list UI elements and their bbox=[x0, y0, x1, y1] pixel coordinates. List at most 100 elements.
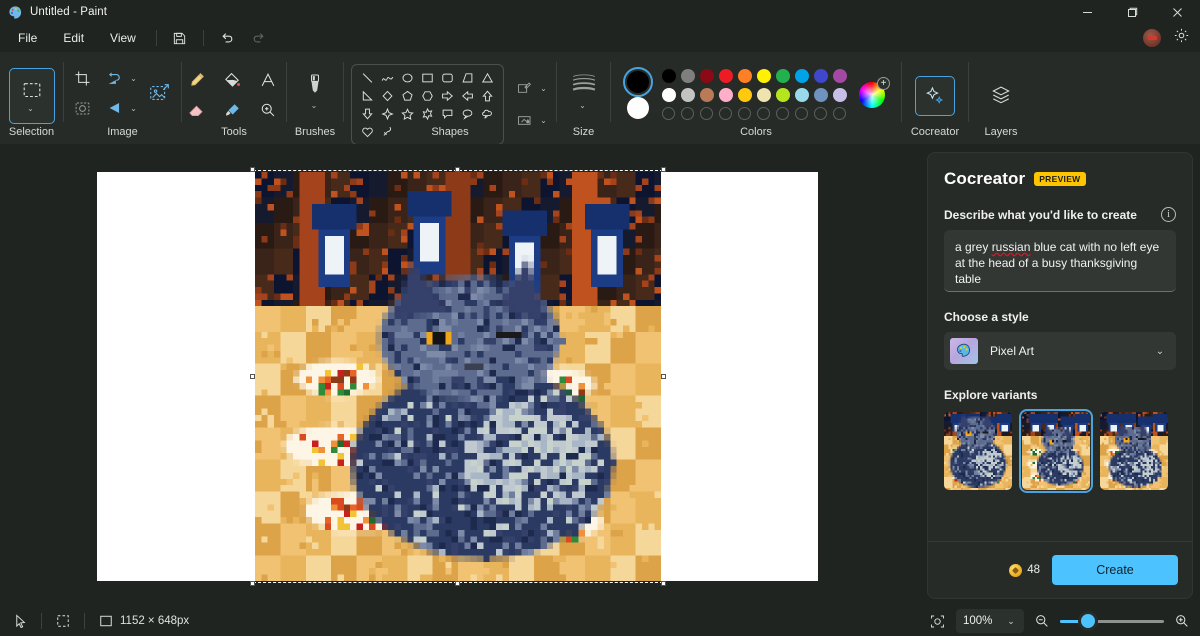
selection-handle-ne[interactable] bbox=[661, 167, 666, 172]
shape-down-arrow[interactable] bbox=[360, 107, 375, 121]
zoom-slider[interactable] bbox=[1060, 611, 1164, 631]
color-swatch[interactable] bbox=[794, 87, 809, 102]
create-button[interactable]: Create bbox=[1052, 555, 1178, 585]
canvas-selection[interactable] bbox=[250, 167, 666, 586]
selection-handle-se[interactable] bbox=[661, 581, 666, 586]
canvas-area[interactable] bbox=[0, 144, 921, 606]
menu-file[interactable]: File bbox=[6, 26, 49, 50]
chevron-down-icon[interactable]: ⌄ bbox=[128, 74, 140, 83]
color-swatch[interactable] bbox=[699, 87, 714, 102]
shape-oval-callout[interactable] bbox=[460, 107, 475, 121]
flip-icon[interactable] bbox=[100, 94, 130, 122]
color-swatch-empty[interactable] bbox=[662, 107, 675, 120]
close-icon[interactable] bbox=[1155, 0, 1200, 24]
color-swatch[interactable] bbox=[699, 68, 714, 83]
shape-hexagon[interactable] bbox=[420, 89, 435, 103]
color-swatch[interactable] bbox=[737, 68, 752, 83]
color-swatch[interactable] bbox=[661, 68, 676, 83]
color-swatch[interactable] bbox=[680, 87, 695, 102]
minimize-icon[interactable] bbox=[1065, 0, 1110, 24]
color-swatch-empty[interactable] bbox=[757, 107, 770, 120]
color-swatch-empty[interactable] bbox=[738, 107, 751, 120]
redo-icon[interactable] bbox=[244, 26, 274, 50]
info-icon[interactable]: i bbox=[1161, 207, 1176, 222]
crop-icon[interactable] bbox=[68, 64, 98, 92]
color-swatch[interactable] bbox=[832, 87, 847, 102]
shape-curve[interactable] bbox=[380, 71, 395, 85]
shape-right-triangle[interactable] bbox=[460, 71, 475, 85]
shape-rectangle[interactable] bbox=[420, 71, 435, 85]
rotate-icon[interactable] bbox=[100, 64, 130, 92]
prompt-input[interactable]: a grey russian blue cat with no left eye… bbox=[944, 230, 1176, 292]
resize-image-icon[interactable] bbox=[142, 75, 178, 111]
color-swatch[interactable] bbox=[832, 68, 847, 83]
shape-rounded-rectangle[interactable] bbox=[440, 71, 455, 85]
menu-edit[interactable]: Edit bbox=[51, 26, 96, 50]
color-swatch-empty[interactable] bbox=[681, 107, 694, 120]
selection-handle-w[interactable] bbox=[250, 373, 255, 379]
selection-tool-button[interactable]: ⌄ bbox=[8, 68, 55, 124]
shape-left-arrow[interactable] bbox=[460, 89, 475, 103]
secondary-color-swatch[interactable] bbox=[627, 96, 649, 119]
shape-outline-icon[interactable] bbox=[510, 75, 540, 103]
fit-to-window-icon[interactable] bbox=[929, 613, 946, 630]
shape-triangle[interactable] bbox=[480, 71, 495, 85]
selection-handle-nw[interactable] bbox=[250, 167, 255, 172]
magnifier-icon[interactable] bbox=[253, 96, 283, 124]
shape-six-point-star[interactable] bbox=[420, 107, 435, 121]
menu-view[interactable]: View bbox=[98, 26, 148, 50]
color-swatch-empty[interactable] bbox=[719, 107, 732, 120]
zoom-in-icon[interactable] bbox=[1174, 613, 1190, 629]
fill-bucket-icon[interactable] bbox=[217, 66, 247, 94]
selection-handle-s[interactable] bbox=[455, 581, 460, 586]
pencil-icon[interactable] bbox=[181, 66, 211, 94]
layers-icon[interactable] bbox=[984, 80, 1018, 110]
chevron-down-icon[interactable]: ⌄ bbox=[577, 101, 589, 110]
color-swatch[interactable] bbox=[756, 87, 771, 102]
color-swatch[interactable] bbox=[756, 68, 771, 83]
maximize-icon[interactable] bbox=[1110, 0, 1155, 24]
shape-four-point-star[interactable] bbox=[380, 107, 395, 121]
color-wheel-icon[interactable]: + bbox=[859, 76, 890, 108]
shape-right-arrow[interactable] bbox=[440, 89, 455, 103]
undo-icon[interactable] bbox=[212, 26, 242, 50]
zoom-level-dropdown[interactable]: 100% ⌄ bbox=[956, 609, 1024, 633]
shape-rounded-callout[interactable] bbox=[440, 107, 455, 121]
shape-up-arrow[interactable] bbox=[480, 89, 495, 103]
color-swatch[interactable] bbox=[718, 68, 733, 83]
color-swatch-empty[interactable] bbox=[795, 107, 808, 120]
selection-handle-n[interactable] bbox=[455, 167, 460, 172]
color-swatch[interactable] bbox=[661, 87, 676, 102]
chevron-down-icon[interactable]: ⌄ bbox=[128, 104, 140, 113]
shape-diamond[interactable] bbox=[380, 89, 395, 103]
zoom-out-icon[interactable] bbox=[1034, 613, 1050, 629]
color-swatch[interactable] bbox=[718, 87, 733, 102]
color-swatch-empty[interactable] bbox=[814, 107, 827, 120]
color-swatch[interactable] bbox=[813, 87, 828, 102]
shape-diagonal-triangle[interactable] bbox=[360, 89, 375, 103]
chevron-down-icon[interactable]: ⌄ bbox=[538, 116, 550, 125]
save-icon[interactable] bbox=[165, 26, 195, 50]
color-swatch[interactable] bbox=[737, 87, 752, 102]
color-swatch[interactable] bbox=[794, 68, 809, 83]
variant-thumbnail-2[interactable] bbox=[1019, 409, 1093, 493]
brush-icon[interactable] bbox=[300, 70, 330, 98]
color-swatch[interactable] bbox=[680, 68, 695, 83]
eraser-icon[interactable] bbox=[181, 96, 211, 124]
account-icon[interactable] bbox=[1143, 29, 1161, 47]
text-icon[interactable] bbox=[253, 66, 283, 94]
add-color-icon[interactable]: + bbox=[877, 76, 890, 90]
shape-five-point-star[interactable] bbox=[400, 107, 415, 121]
shape-cloud-callout[interactable] bbox=[480, 107, 495, 121]
settings-gear-icon[interactable] bbox=[1173, 27, 1190, 49]
generated-image[interactable] bbox=[255, 172, 661, 581]
primary-color-swatch[interactable] bbox=[623, 66, 653, 97]
variant-thumbnail-3[interactable] bbox=[1100, 412, 1168, 490]
transparent-select-icon[interactable] bbox=[68, 94, 98, 122]
color-swatch-empty[interactable] bbox=[833, 107, 846, 120]
style-dropdown[interactable]: Pixel Art ⌄ bbox=[944, 332, 1176, 370]
color-swatch[interactable] bbox=[775, 87, 790, 102]
selection-handle-sw[interactable] bbox=[250, 581, 255, 586]
chevron-down-icon[interactable]: ⌄ bbox=[1005, 616, 1017, 627]
zoom-slider-knob[interactable] bbox=[1077, 611, 1098, 631]
